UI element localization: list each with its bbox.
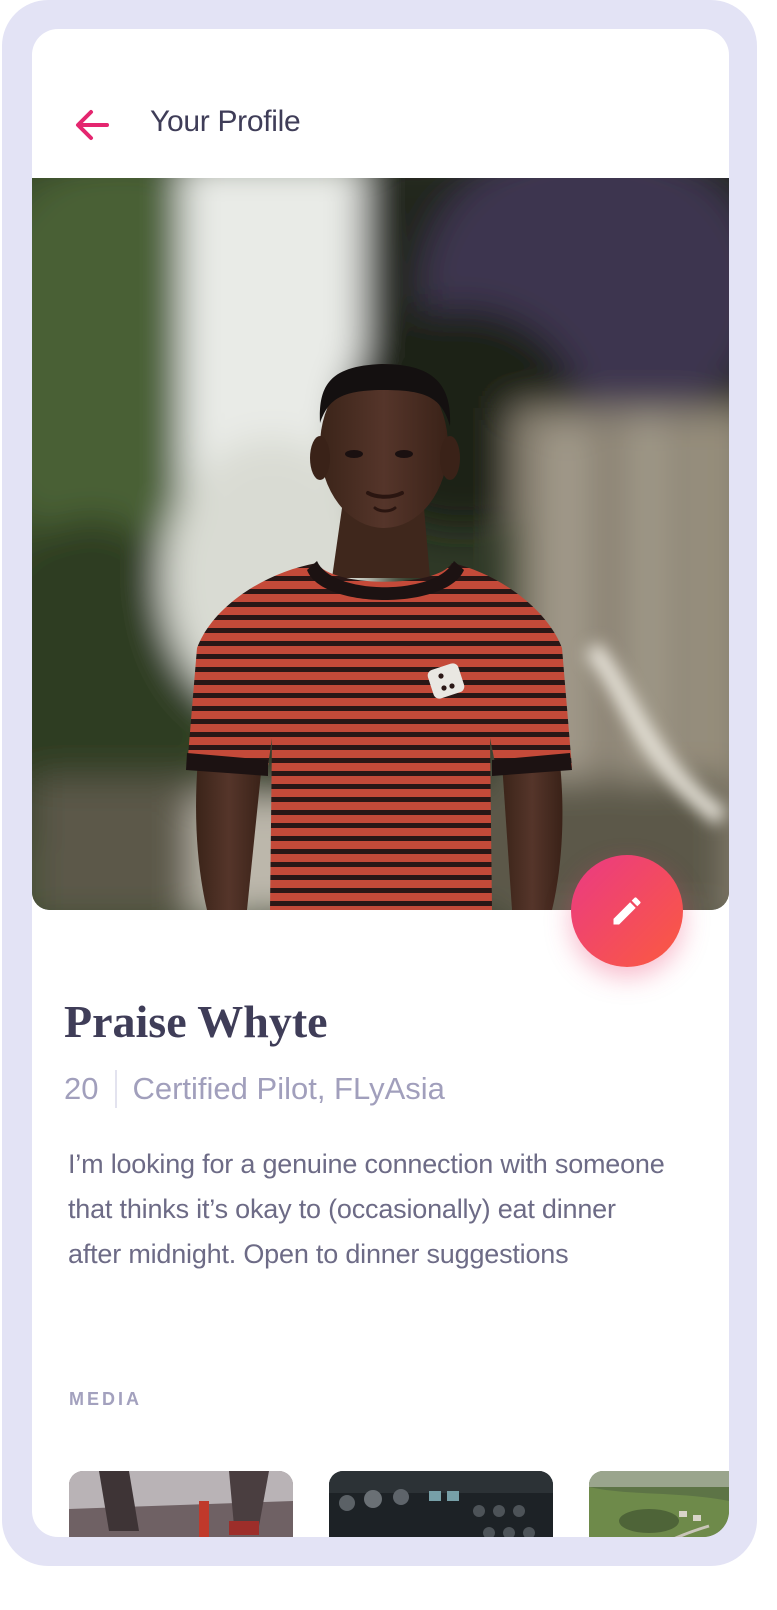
profile-meta: 20 Certified Pilot, FLyAsia <box>64 1067 445 1111</box>
profile-name: Praise Whyte <box>64 996 328 1047</box>
arrow-left-icon <box>76 110 109 140</box>
page-title: Your Profile <box>150 105 301 138</box>
media-thumbnail-airplane-wing[interactable] <box>69 1471 293 1537</box>
media-thumbnail-aerial-landscape[interactable] <box>589 1471 729 1537</box>
pencil-icon <box>613 897 641 925</box>
header: Your Profile <box>32 29 729 178</box>
profile-screen: Your Profile Praise Whyte 20 Certified P… <box>32 29 729 1537</box>
device-frame: Your Profile Praise Whyte 20 Certified P… <box>2 0 757 1566</box>
profile-occupation: Certified Pilot, FLyAsia <box>132 1071 445 1106</box>
edit-profile-button[interactable] <box>571 855 683 967</box>
media-thumbnail-cockpit[interactable] <box>329 1471 553 1537</box>
profile-age: 20 <box>64 1071 99 1106</box>
profile-photo <box>32 178 729 910</box>
profile-bio: I’m looking for a genuine connection wit… <box>68 1149 665 1269</box>
meta-divider <box>115 1070 118 1108</box>
back-button[interactable] <box>74 109 110 141</box>
media-section-label: MEDIA <box>69 1389 142 1409</box>
